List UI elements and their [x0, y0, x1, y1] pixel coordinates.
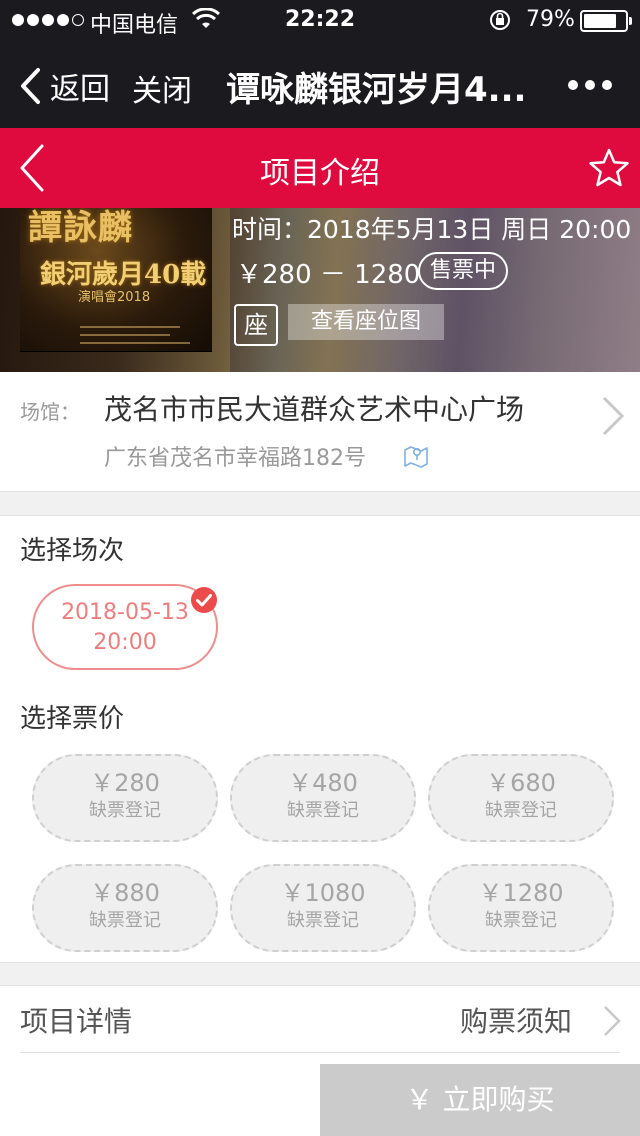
price-value: ￥880 [90, 879, 160, 907]
details-tabs: 项目详情 购票须知 [0, 986, 640, 1052]
venue-name: 茂名市市民大道群众艺术中心广场 [104, 393, 525, 426]
header-title: 项目介绍 [260, 156, 380, 191]
more-options-button[interactable] [568, 80, 612, 90]
buy-now-button[interactable]: ￥ 立即购买 [320, 1064, 640, 1136]
selected-check-icon [191, 587, 217, 613]
select-session-title: 选择场次 [20, 536, 125, 566]
section-header: 项目介绍 [0, 128, 640, 208]
back-button[interactable]: 返回 [18, 64, 110, 108]
event-banner: 譚詠麟 銀河歲月40載 演唱會2018 时间：2018年5月13日 周日 20:… [0, 208, 640, 372]
seat-icon: 座 [234, 304, 278, 346]
page-title: 谭咏麟银河岁月4... [226, 70, 527, 110]
section-divider [0, 492, 640, 516]
venue-address: 广东省茂名市幸福路182号 [104, 446, 366, 471]
event-price-range: ￥280 － 1280 [236, 260, 421, 290]
event-time: 时间：2018年5月13日 周日 20:00 [232, 215, 632, 244]
chevron-right-icon [602, 396, 625, 436]
status-bar: 中国电信 22:22 79% [0, 0, 640, 40]
map-pin-icon[interactable] [402, 442, 430, 468]
battery-icon [580, 10, 632, 32]
select-price-title: 选择票价 [20, 704, 125, 734]
poster-title: 譚詠麟 [28, 208, 133, 248]
price-value: ￥480 [288, 769, 358, 797]
price-value: ￥680 [486, 769, 556, 797]
battery-percent: 79% [526, 7, 575, 32]
session-time: 20:00 [93, 630, 157, 655]
session-date: 2018-05-13 [61, 600, 189, 625]
poster-caption: 演唱會2018 [78, 290, 151, 305]
price-status: 缺票登记 [89, 910, 161, 931]
price-value: ￥280 [90, 769, 160, 797]
venue-row[interactable]: 场馆： 茂名市市民大道群众艺术中心广场 广东省茂名市幸福路182号 [0, 372, 640, 492]
poster-text-line [80, 334, 170, 336]
price-status: 缺票登记 [485, 800, 557, 821]
price-status: 缺票登记 [485, 910, 557, 931]
section-divider [0, 962, 640, 986]
price-status: 缺票登记 [287, 800, 359, 821]
poster-text-line [80, 342, 190, 344]
price-status: 缺票登记 [287, 910, 359, 931]
price-option[interactable]: ￥880 缺票登记 [32, 864, 218, 952]
poster-text-line [80, 326, 180, 328]
price-option[interactable]: ￥1280 缺票登记 [428, 864, 614, 952]
tab-project-details[interactable]: 项目详情 [20, 1000, 132, 1040]
back-label: 返回 [50, 72, 110, 107]
price-value: ￥1280 [478, 879, 564, 907]
price-option[interactable]: ￥680 缺票登记 [428, 754, 614, 842]
event-poster[interactable]: 譚詠麟 銀河歲月40載 演唱會2018 [20, 208, 212, 352]
venue-label: 场馆： [20, 400, 80, 424]
chevron-left-icon [21, 68, 40, 104]
nav-bar: 返回 关闭 谭咏麟银河岁月4... [0, 40, 640, 128]
price-option[interactable]: ￥1080 缺票登记 [230, 864, 416, 952]
rotation-lock-icon [490, 10, 510, 30]
favorite-star-icon[interactable] [588, 148, 630, 188]
view-seat-map-button[interactable]: 查看座位图 [288, 304, 444, 340]
chevron-right-icon [604, 1006, 621, 1036]
divider [20, 1052, 620, 1053]
price-status: 缺票登记 [89, 800, 161, 821]
status-badge: 售票中 [418, 252, 509, 290]
price-option[interactable]: ￥280 缺票登记 [32, 754, 218, 842]
price-option[interactable]: ￥480 缺票登记 [230, 754, 416, 842]
price-value: ￥1080 [280, 879, 366, 907]
tab-purchase-notice[interactable]: 购票须知 [460, 1000, 572, 1040]
close-button[interactable]: 关闭 [132, 66, 192, 110]
